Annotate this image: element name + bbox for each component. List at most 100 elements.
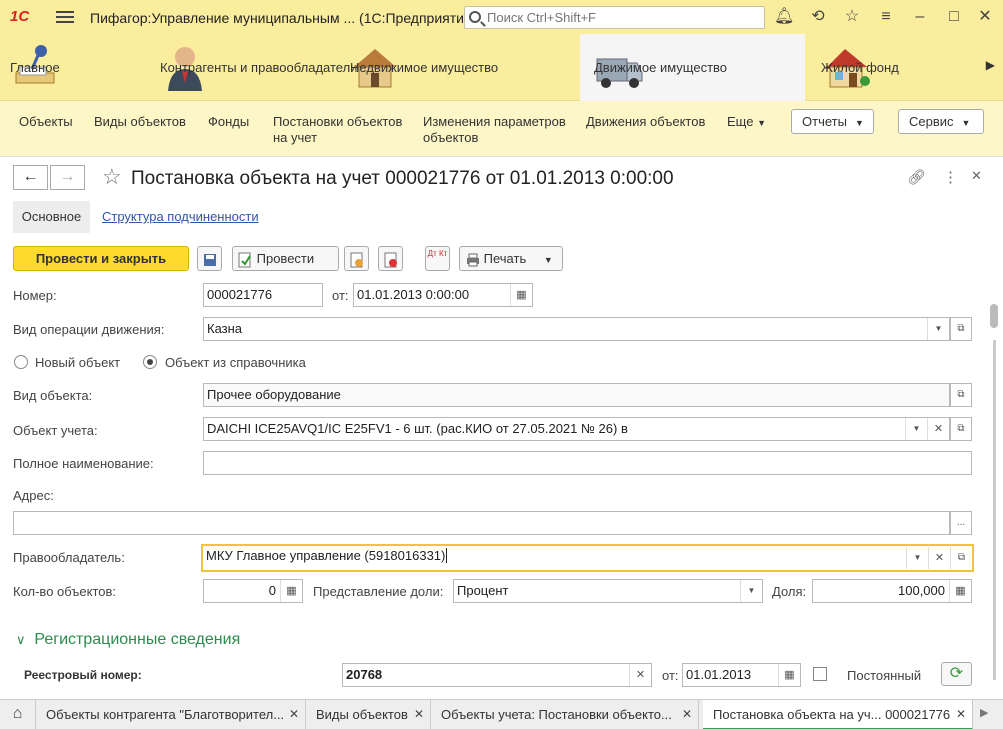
dropdown-icon[interactable]: ▼ (906, 547, 928, 569)
search-input[interactable] (487, 10, 757, 25)
fullname-field[interactable] (203, 451, 972, 475)
close-window-icon[interactable]: ✕ (975, 8, 995, 26)
address-field[interactable] (13, 511, 950, 535)
reg-number-field[interactable]: 20768 ✕ (342, 663, 652, 687)
calculator-icon[interactable]: ▦ (280, 580, 302, 602)
scrollbar-track[interactable] (993, 340, 996, 680)
app-logo: 1С (10, 8, 30, 25)
reports-button[interactable]: Отчеты ▼ (791, 109, 874, 134)
window-tab-active[interactable]: Постановка объекта на уч... 000021776 ✕ (703, 700, 973, 729)
nav-movements[interactable]: Движения объектов (586, 114, 705, 130)
arrow-right-icon: → (59, 168, 76, 185)
refresh-button[interactable]: ⟳ (941, 662, 972, 686)
link-icon[interactable]: 🔗︎ (907, 168, 926, 186)
tab-main[interactable]: Основное (13, 201, 90, 233)
section-label: Движимое имущество (594, 59, 728, 75)
global-search[interactable] (464, 6, 765, 29)
home-icon[interactable]: ⌂ (0, 700, 36, 729)
scrollbar-thumb[interactable] (990, 304, 998, 328)
unpost-button[interactable] (344, 246, 369, 271)
close-icon[interactable]: ✕ (414, 700, 424, 729)
nav-objects[interactable]: Объекты (19, 114, 73, 130)
post-and-close-button[interactable]: Провести и закрыть (13, 246, 189, 271)
registration-group-header[interactable]: ∨ Регистрационные сведения (16, 631, 240, 649)
calendar-icon[interactable]: ▦ (778, 664, 800, 686)
open-icon[interactable]: ⧉ (950, 417, 972, 441)
chevron-down-icon: ∨ (16, 632, 26, 647)
window-tab-label: Виды объектов (316, 707, 408, 722)
operation-field[interactable]: Казна ▼ (203, 317, 950, 341)
number-field[interactable]: 000021776 (203, 283, 323, 307)
close-icon[interactable]: ✕ (956, 700, 966, 728)
radio-catalog-object[interactable] (143, 355, 157, 369)
share-value: 100,000 (898, 583, 945, 598)
section-movable-property[interactable]: Движимое имущество (580, 34, 805, 101)
nav-registrations[interactable]: Постановки объектов на учет (273, 114, 408, 146)
calculator-icon[interactable]: ▦ (949, 580, 971, 602)
share-field[interactable]: 100,000 ▦ (812, 579, 972, 603)
nav-more[interactable]: Еще ▼ (727, 114, 766, 131)
owner-value: МКУ Главное управление (5918016331) (206, 548, 446, 563)
open-icon[interactable]: ⧉ (950, 383, 972, 407)
sections-panel: Главное Контрагенты и правообладатели Не… (0, 34, 1003, 101)
favorite-star-icon[interactable]: ☆ (102, 164, 122, 190)
more-actions-icon[interactable]: ⋮ (943, 168, 958, 186)
star-icon[interactable]: ☆ (842, 8, 862, 26)
sections-scroll-right-icon[interactable]: ▶ (986, 58, 995, 72)
share-repr-field[interactable]: Процент ▼ (453, 579, 763, 603)
object-field[interactable]: DAICHI ICE25AVQ1/IC E25FV1 - 6 шт. (рас.… (203, 417, 950, 441)
tab-structure[interactable]: Структура подчиненности (102, 201, 259, 233)
close-icon[interactable]: ✕ (682, 700, 692, 729)
dropdown-icon[interactable]: ▼ (905, 418, 927, 440)
section-main[interactable]: Главное (10, 34, 160, 101)
save-button[interactable] (197, 246, 222, 271)
section-counterparties[interactable]: Контрагенты и правообладатели (160, 34, 357, 101)
object-label: Объект учета: (13, 423, 98, 438)
nav-parameter-changes[interactable]: Изменения параметров объектов (423, 114, 573, 146)
maximize-icon[interactable]: □ (944, 8, 964, 26)
service-button[interactable]: Сервис ▼ (898, 109, 984, 134)
section-label: Главное (10, 59, 60, 75)
minimize-icon[interactable]: – (910, 8, 930, 26)
settings-menu-icon[interactable]: ≡ (876, 8, 896, 26)
print-button[interactable]: Печать ▼ (459, 246, 563, 271)
radio-new-object[interactable] (14, 355, 28, 369)
dt-kt-button[interactable]: Дт Кт (425, 246, 450, 271)
date-field[interactable]: 01.01.2013 0:00:00 ▦ (353, 283, 533, 307)
post-button[interactable]: Провести (232, 246, 339, 271)
nav-funds[interactable]: Фонды (208, 114, 249, 130)
windows-scroll-icon[interactable]: ▶ (980, 706, 988, 719)
calendar-icon[interactable]: ▦ (510, 284, 532, 306)
window-tab[interactable]: Объекты учета: Постановки объекто... ✕ (431, 700, 699, 729)
delete-mark-button[interactable] (378, 246, 403, 271)
clear-icon[interactable]: ✕ (928, 547, 950, 569)
permanent-checkbox[interactable] (813, 667, 827, 681)
open-icon[interactable]: ⧉ (950, 547, 972, 569)
reg-date-field[interactable]: 01.01.2013 ▦ (682, 663, 801, 687)
section-label: Недвижимое имущество (350, 59, 499, 75)
section-label: Жилой фонд (821, 59, 899, 75)
section-housing[interactable]: Жилой фонд (815, 34, 980, 101)
bell-icon[interactable]: 🔔︎ (774, 8, 794, 26)
dropdown-icon[interactable]: ▼ (740, 580, 762, 602)
main-menu-icon[interactable] (56, 8, 74, 26)
share-label: Доля: (772, 584, 807, 599)
window-tab[interactable]: Виды объектов ✕ (306, 700, 431, 729)
close-icon[interactable]: ✕ (289, 700, 299, 729)
forward-button[interactable]: → (50, 165, 85, 190)
count-field[interactable]: 0 ▦ (203, 579, 303, 603)
window-tab[interactable]: Объекты контрагента "Благотворител... ✕ (36, 700, 306, 729)
clear-icon[interactable]: ✕ (927, 418, 949, 440)
nav-object-types[interactable]: Виды объектов (94, 114, 186, 130)
open-windows-bar: ⌂ Объекты контрагента "Благотворител... ✕… (0, 699, 1003, 729)
close-form-icon[interactable]: ✕ (971, 168, 982, 184)
section-real-estate[interactable]: Недвижимое имущество (350, 34, 575, 101)
back-button[interactable]: ← (13, 165, 48, 190)
address-select-button[interactable]: ... (950, 511, 972, 535)
open-icon[interactable]: ⧉ (950, 317, 972, 341)
owner-field[interactable]: МКУ Главное управление (5918016331) ▼ ✕ … (201, 544, 974, 572)
dropdown-icon[interactable]: ▼ (927, 318, 949, 340)
history-icon[interactable]: ⟲ (808, 8, 828, 26)
count-label: Кол-во объектов: (13, 584, 117, 599)
clear-icon[interactable]: ✕ (629, 664, 651, 686)
